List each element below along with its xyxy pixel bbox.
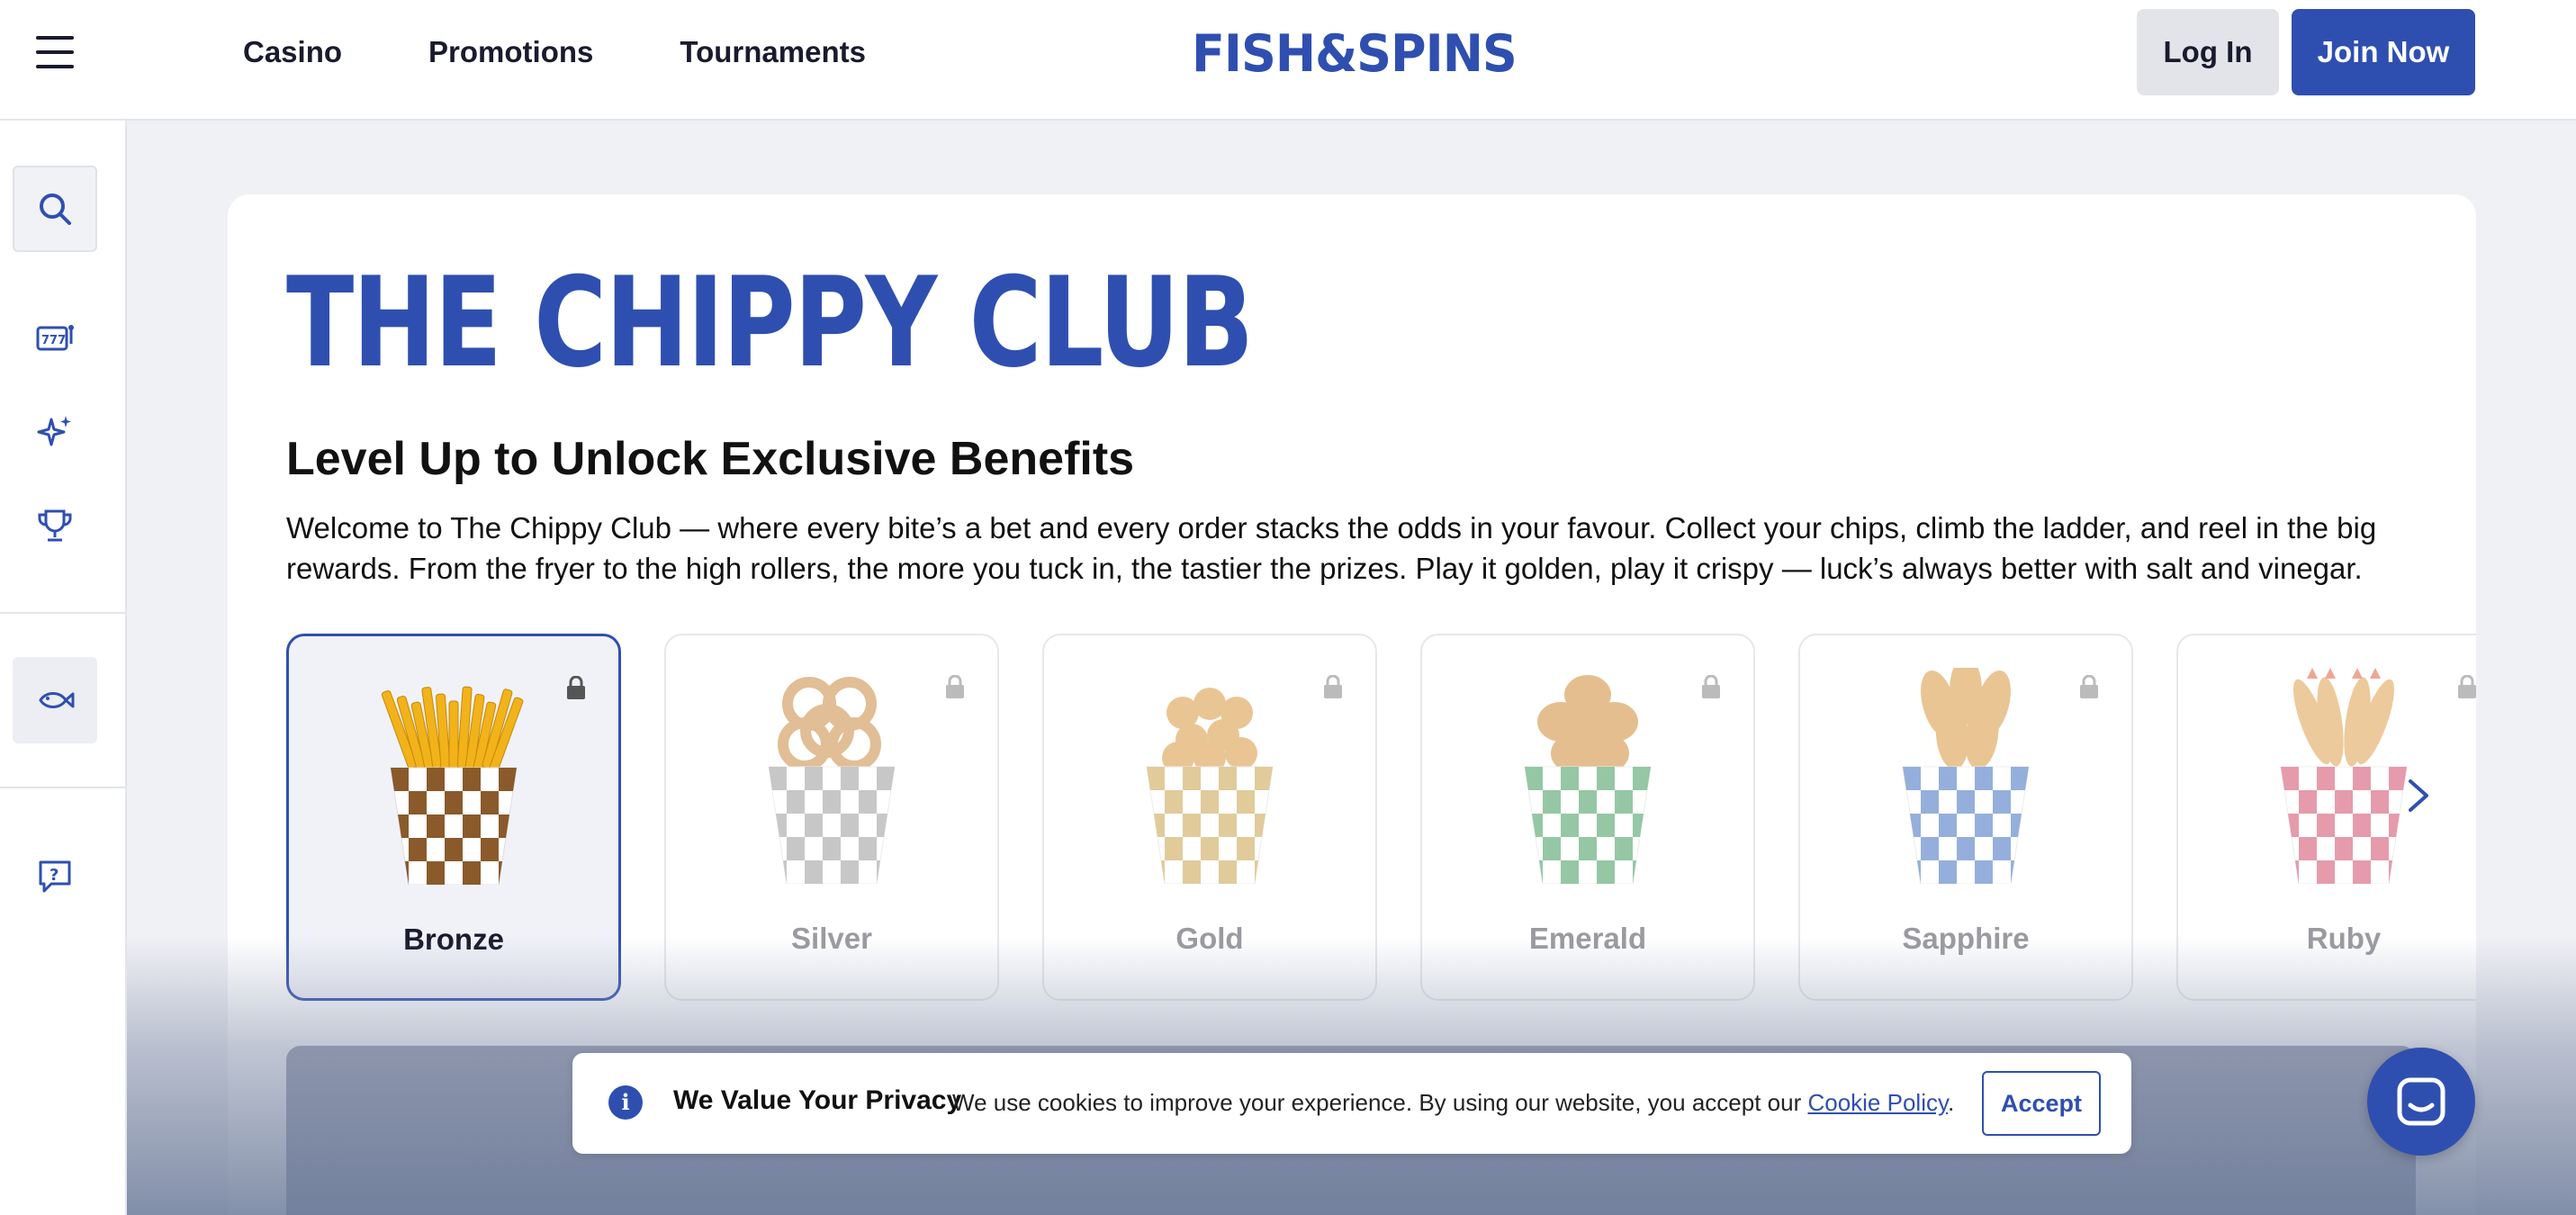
lock-icon	[567, 676, 585, 699]
page-subtitle: Level Up to Unlock Exclusive Benefits	[286, 433, 1135, 485]
help-chat-icon: ?	[39, 860, 71, 893]
sidebar-item-slots[interactable]: 777	[13, 295, 97, 382]
sidebar-item-help[interactable]: ?	[13, 833, 97, 920]
page-title: THE CHIPPY CLUB	[286, 250, 1254, 395]
lock-icon	[946, 675, 964, 698]
sidebar-divider	[0, 612, 127, 614]
cookie-banner: i We Value Your Privacy We use cookies t…	[572, 1053, 2131, 1154]
cookie-text: We use cookies to improve your experienc…	[952, 1089, 1954, 1117]
top-nav: Casino Promotions Tournaments	[243, 0, 866, 104]
sparkles-icon	[37, 416, 71, 446]
log-in-button[interactable]: Log In	[2137, 9, 2279, 95]
lock-icon	[2080, 675, 2098, 698]
cookie-policy-link[interactable]: Cookie Policy	[1807, 1089, 1948, 1116]
chat-bubble-icon	[2397, 1077, 2445, 1126]
cookie-message: We use cookies to improve your experienc…	[952, 1089, 1808, 1116]
sidebar-divider	[0, 787, 127, 788]
hamburger-menu-icon[interactable]	[36, 36, 74, 68]
tenders-icon	[1902, 668, 2030, 884]
popcorn-bites-icon	[1146, 688, 1274, 884]
svg-text:777: 777	[41, 334, 66, 347]
onion-rings-icon	[768, 677, 896, 884]
accept-cookies-button[interactable]: Accept	[1982, 1071, 2101, 1136]
fish-icon	[39, 692, 75, 708]
lock-icon	[2458, 675, 2476, 698]
tier-name: Sapphire	[1902, 922, 2030, 955]
sidebar: 777 ?	[0, 121, 127, 1215]
tier-card-silver[interactable]: Silver	[664, 634, 999, 1001]
cookie-period: .	[1948, 1089, 1955, 1116]
nav-promotions[interactable]: Promotions	[428, 35, 593, 69]
trophy-icon	[38, 509, 72, 542]
top-header: Casino Promotions Tournaments FISH&SPINS…	[0, 0, 2576, 121]
tier-carousel: Bronze Silver Gold Emerald Sapphire Ruby	[286, 634, 2476, 1001]
sidebar-item-specials[interactable]	[13, 389, 97, 475]
tier-name: Gold	[1175, 922, 1244, 955]
slot-machine-icon: 777	[36, 325, 74, 351]
tier-name: Silver	[791, 922, 872, 955]
sidebar-item-tournaments[interactable]	[13, 482, 97, 569]
site-logo[interactable]: FISH&SPINS	[1192, 23, 1518, 83]
svg-text:?: ?	[50, 866, 59, 885]
chevron-right-icon[interactable]	[2400, 772, 2439, 819]
lock-icon	[1324, 675, 1342, 698]
tier-card-gold[interactable]: Gold	[1042, 634, 1377, 1001]
nav-tournaments[interactable]: Tournaments	[680, 35, 866, 69]
tier-name: Bronze	[403, 922, 504, 956]
search-icon	[40, 194, 71, 225]
club-description: Welcome to The Chippy Club — where every…	[286, 511, 2377, 585]
nav-casino[interactable]: Casino	[243, 35, 342, 69]
sidebar-item-club[interactable]	[13, 657, 97, 743]
lock-icon	[1702, 675, 1720, 698]
info-icon: i	[608, 1085, 643, 1120]
chat-button[interactable]	[2367, 1048, 2475, 1156]
search-button[interactable]	[13, 166, 97, 252]
tier-card-bronze[interactable]: Bronze	[286, 634, 621, 1001]
tier-name: Ruby	[2306, 922, 2382, 955]
tier-card-emerald[interactable]: Emerald	[1420, 634, 1755, 1001]
fries-icon	[381, 686, 524, 885]
nuggets-icon	[1524, 675, 1652, 884]
cookie-title: We Value Your Privacy	[673, 1085, 962, 1115]
join-now-button[interactable]: Join Now	[2292, 9, 2475, 95]
tier-card-sapphire[interactable]: Sapphire	[1798, 634, 2133, 1001]
tier-name: Emerald	[1528, 922, 1647, 955]
